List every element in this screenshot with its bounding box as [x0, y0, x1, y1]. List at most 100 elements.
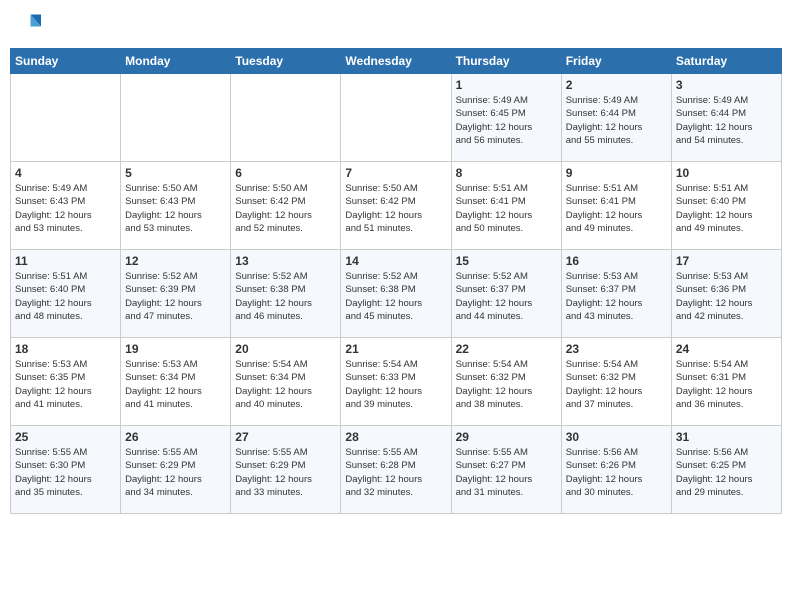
- day-number: 29: [456, 430, 557, 444]
- calendar-cell: 24 Sunrise: 5:54 AM Sunset: 6:31 PM Dayli…: [671, 338, 781, 426]
- day-number: 19: [125, 342, 226, 356]
- calendar-cell: 22 Sunrise: 5:54 AM Sunset: 6:32 PM Dayli…: [451, 338, 561, 426]
- day-number: 23: [566, 342, 667, 356]
- day-number: 12: [125, 254, 226, 268]
- calendar-week-row: 11 Sunrise: 5:51 AM Sunset: 6:40 PM Dayli…: [11, 250, 782, 338]
- day-number: 25: [15, 430, 116, 444]
- page-header: [10, 10, 782, 40]
- day-number: 31: [676, 430, 777, 444]
- day-number: 21: [345, 342, 446, 356]
- day-number: 30: [566, 430, 667, 444]
- calendar-cell: 18 Sunrise: 5:53 AM Sunset: 6:35 PM Dayli…: [11, 338, 121, 426]
- weekday-row: SundayMondayTuesdayWednesdayThursdayFrid…: [11, 49, 782, 74]
- calendar-cell: 19 Sunrise: 5:53 AM Sunset: 6:34 PM Dayli…: [121, 338, 231, 426]
- calendar-cell: 7 Sunrise: 5:50 AM Sunset: 6:42 PM Daylig…: [341, 162, 451, 250]
- day-number: 9: [566, 166, 667, 180]
- calendar-cell: [231, 74, 341, 162]
- calendar-cell: 6 Sunrise: 5:50 AM Sunset: 6:42 PM Daylig…: [231, 162, 341, 250]
- day-info: Sunrise: 5:50 AM Sunset: 6:42 PM Dayligh…: [345, 182, 446, 235]
- weekday-header: Thursday: [451, 49, 561, 74]
- weekday-header: Friday: [561, 49, 671, 74]
- calendar-cell: 1 Sunrise: 5:49 AM Sunset: 6:45 PM Daylig…: [451, 74, 561, 162]
- day-number: 27: [235, 430, 336, 444]
- calendar-cell: 13 Sunrise: 5:52 AM Sunset: 6:38 PM Dayli…: [231, 250, 341, 338]
- day-number: 7: [345, 166, 446, 180]
- day-number: 26: [125, 430, 226, 444]
- calendar-cell: 27 Sunrise: 5:55 AM Sunset: 6:29 PM Dayli…: [231, 426, 341, 514]
- day-info: Sunrise: 5:50 AM Sunset: 6:42 PM Dayligh…: [235, 182, 336, 235]
- calendar-cell: [341, 74, 451, 162]
- calendar-cell: 26 Sunrise: 5:55 AM Sunset: 6:29 PM Dayli…: [121, 426, 231, 514]
- day-info: Sunrise: 5:55 AM Sunset: 6:30 PM Dayligh…: [15, 446, 116, 499]
- day-number: 14: [345, 254, 446, 268]
- day-info: Sunrise: 5:55 AM Sunset: 6:29 PM Dayligh…: [125, 446, 226, 499]
- calendar-cell: [11, 74, 121, 162]
- day-info: Sunrise: 5:52 AM Sunset: 6:38 PM Dayligh…: [235, 270, 336, 323]
- calendar-cell: [121, 74, 231, 162]
- calendar-cell: 16Sunrise: 5:53 AM Sunset: 6:37 PM Dayli…: [561, 250, 671, 338]
- day-number: 11: [15, 254, 116, 268]
- day-info: Sunrise: 5:53 AM Sunset: 6:34 PM Dayligh…: [125, 358, 226, 411]
- day-number: 13: [235, 254, 336, 268]
- day-info: Sunrise: 5:52 AM Sunset: 6:38 PM Dayligh…: [345, 270, 446, 323]
- calendar-cell: 11 Sunrise: 5:51 AM Sunset: 6:40 PM Dayli…: [11, 250, 121, 338]
- day-number: 17: [676, 254, 777, 268]
- day-info: Sunrise: 5:55 AM Sunset: 6:29 PM Dayligh…: [235, 446, 336, 499]
- day-info: Sunrise: 5:54 AM Sunset: 6:32 PM Dayligh…: [456, 358, 557, 411]
- weekday-header: Sunday: [11, 49, 121, 74]
- day-number: 22: [456, 342, 557, 356]
- weekday-header: Tuesday: [231, 49, 341, 74]
- day-number: 6: [235, 166, 336, 180]
- logo: [14, 10, 48, 40]
- day-info: Sunrise: 5:49 AM Sunset: 6:45 PM Dayligh…: [456, 94, 557, 147]
- day-info: Sunrise: 5:52 AM Sunset: 6:37 PM Dayligh…: [456, 270, 557, 323]
- day-number: 24: [676, 342, 777, 356]
- day-number: 3: [676, 78, 777, 92]
- calendar-table: SundayMondayTuesdayWednesdayThursdayFrid…: [10, 48, 782, 514]
- calendar-cell: 25 Sunrise: 5:55 AM Sunset: 6:30 PM Dayli…: [11, 426, 121, 514]
- day-number: 28: [345, 430, 446, 444]
- calendar-week-row: 25 Sunrise: 5:55 AM Sunset: 6:30 PM Dayli…: [11, 426, 782, 514]
- calendar-cell: 17 Sunrise: 5:53 AM Sunset: 6:36 PM Dayli…: [671, 250, 781, 338]
- day-info: Sunrise: 5:53 AM Sunset: 6:36 PM Dayligh…: [676, 270, 777, 323]
- day-info: Sunrise: 5:55 AM Sunset: 6:28 PM Dayligh…: [345, 446, 446, 499]
- day-info: Sunrise: 5:51 AM Sunset: 6:40 PM Dayligh…: [15, 270, 116, 323]
- calendar-cell: 10Sunrise: 5:51 AM Sunset: 6:40 PM Dayli…: [671, 162, 781, 250]
- day-info: Sunrise: 5:51 AM Sunset: 6:40 PM Dayligh…: [676, 182, 777, 235]
- weekday-header: Saturday: [671, 49, 781, 74]
- calendar-cell: 29Sunrise: 5:55 AM Sunset: 6:27 PM Dayli…: [451, 426, 561, 514]
- day-number: 18: [15, 342, 116, 356]
- day-number: 2: [566, 78, 667, 92]
- calendar-cell: 2 Sunrise: 5:49 AM Sunset: 6:44 PM Daylig…: [561, 74, 671, 162]
- day-number: 15: [456, 254, 557, 268]
- day-info: Sunrise: 5:56 AM Sunset: 6:26 PM Dayligh…: [566, 446, 667, 499]
- calendar-week-row: 18 Sunrise: 5:53 AM Sunset: 6:35 PM Dayli…: [11, 338, 782, 426]
- calendar-cell: 14 Sunrise: 5:52 AM Sunset: 6:38 PM Dayli…: [341, 250, 451, 338]
- calendar-week-row: 4Sunrise: 5:49 AM Sunset: 6:43 PM Daylig…: [11, 162, 782, 250]
- day-info: Sunrise: 5:51 AM Sunset: 6:41 PM Dayligh…: [456, 182, 557, 235]
- day-info: Sunrise: 5:54 AM Sunset: 6:31 PM Dayligh…: [676, 358, 777, 411]
- day-info: Sunrise: 5:52 AM Sunset: 6:39 PM Dayligh…: [125, 270, 226, 323]
- calendar-cell: 3 Sunrise: 5:49 AM Sunset: 6:44 PM Daylig…: [671, 74, 781, 162]
- calendar-cell: 4Sunrise: 5:49 AM Sunset: 6:43 PM Daylig…: [11, 162, 121, 250]
- calendar-cell: 5Sunrise: 5:50 AM Sunset: 6:43 PM Daylig…: [121, 162, 231, 250]
- weekday-header: Monday: [121, 49, 231, 74]
- day-info: Sunrise: 5:53 AM Sunset: 6:35 PM Dayligh…: [15, 358, 116, 411]
- day-info: Sunrise: 5:54 AM Sunset: 6:33 PM Dayligh…: [345, 358, 446, 411]
- calendar-week-row: 1 Sunrise: 5:49 AM Sunset: 6:45 PM Daylig…: [11, 74, 782, 162]
- calendar-cell: 9 Sunrise: 5:51 AM Sunset: 6:41 PM Daylig…: [561, 162, 671, 250]
- calendar-cell: 31 Sunrise: 5:56 AM Sunset: 6:25 PM Dayli…: [671, 426, 781, 514]
- calendar-header: SundayMondayTuesdayWednesdayThursdayFrid…: [11, 49, 782, 74]
- day-info: Sunrise: 5:54 AM Sunset: 6:32 PM Dayligh…: [566, 358, 667, 411]
- day-info: Sunrise: 5:49 AM Sunset: 6:44 PM Dayligh…: [566, 94, 667, 147]
- calendar-cell: 12 Sunrise: 5:52 AM Sunset: 6:39 PM Dayli…: [121, 250, 231, 338]
- calendar-body: 1 Sunrise: 5:49 AM Sunset: 6:45 PM Daylig…: [11, 74, 782, 514]
- day-info: Sunrise: 5:51 AM Sunset: 6:41 PM Dayligh…: [566, 182, 667, 235]
- day-info: Sunrise: 5:53 AM Sunset: 6:37 PM Dayligh…: [566, 270, 667, 323]
- day-info: Sunrise: 5:50 AM Sunset: 6:43 PM Dayligh…: [125, 182, 226, 235]
- day-info: Sunrise: 5:56 AM Sunset: 6:25 PM Dayligh…: [676, 446, 777, 499]
- day-info: Sunrise: 5:49 AM Sunset: 6:44 PM Dayligh…: [676, 94, 777, 147]
- day-number: 1: [456, 78, 557, 92]
- day-info: Sunrise: 5:54 AM Sunset: 6:34 PM Dayligh…: [235, 358, 336, 411]
- calendar-cell: 23 Sunrise: 5:54 AM Sunset: 6:32 PM Dayli…: [561, 338, 671, 426]
